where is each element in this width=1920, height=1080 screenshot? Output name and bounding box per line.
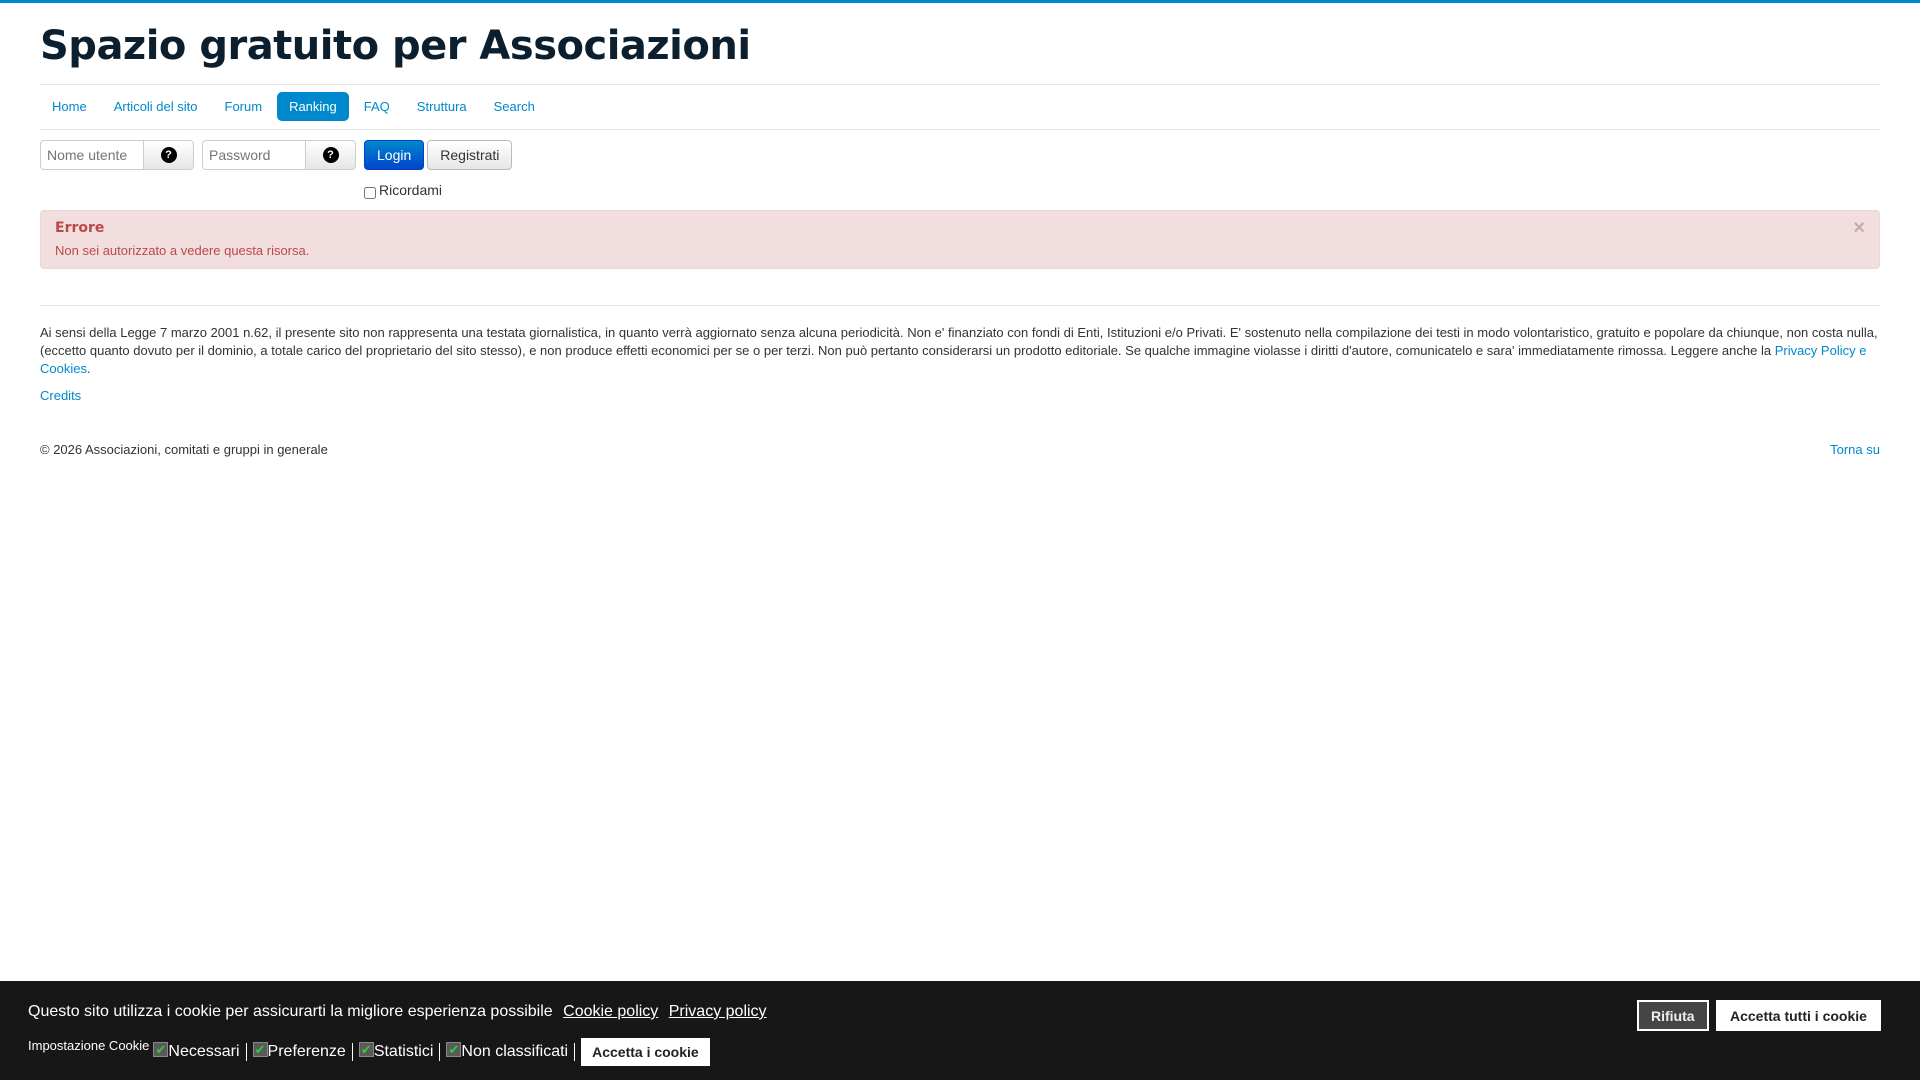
cookie-necessari[interactable]: ✔ Necessari	[153, 1041, 247, 1061]
username-help-button[interactable]: ?	[144, 140, 194, 170]
divider	[40, 305, 1880, 306]
checkbox-checked-icon[interactable]: ✔	[358, 1041, 374, 1057]
nav-faq[interactable]: FAQ	[352, 92, 402, 121]
cookie-preferenze[interactable]: ✔ Preferenze	[252, 1041, 353, 1061]
checkbox-checked-icon[interactable]: ✔	[446, 1041, 462, 1057]
cookie-policy-link[interactable]: Cookie policy	[563, 1003, 658, 1020]
credits-link[interactable]: Credits	[40, 388, 81, 403]
privacy-policy-link[interactable]: Privacy policy	[669, 1003, 767, 1020]
password-help-button[interactable]: ?	[306, 140, 356, 170]
accept-all-cookies-button[interactable]: Accetta tutti i cookie	[1716, 1000, 1881, 1031]
checkbox-checked-icon[interactable]: ✔	[153, 1041, 169, 1057]
password-input[interactable]	[202, 140, 306, 170]
divider	[40, 129, 1880, 130]
nav-articoli[interactable]: Articoli del sito	[102, 92, 210, 121]
alert-message: Non sei autorizzato a vedere questa riso…	[55, 243, 310, 258]
login-form: ? ? Login Registrati	[40, 140, 513, 170]
divider	[40, 84, 1880, 85]
category-label: Non classificati	[461, 1043, 569, 1060]
cookie-statistici[interactable]: ✔ Statistici	[358, 1041, 441, 1061]
accept-selected-cookies-button[interactable]: Accetta i cookie	[581, 1038, 710, 1066]
remember-label: Ricordami	[379, 182, 443, 198]
close-icon[interactable]: ×	[1853, 217, 1865, 240]
reject-cookies-button[interactable]: Rifiuta	[1637, 1000, 1709, 1031]
disclaimer-text: Ai sensi della Legge 7 marzo 2001 n.62, …	[40, 325, 1878, 358]
checkbox-checked-icon[interactable]: ✔	[252, 1041, 268, 1057]
nav-search[interactable]: Search	[482, 92, 547, 121]
cookie-text: Questo sito utilizza i cookie per assicu…	[28, 1003, 553, 1020]
help-icon: ?	[160, 147, 177, 163]
nav-home[interactable]: Home	[40, 92, 99, 121]
nav-forum[interactable]: Forum	[213, 92, 275, 121]
footer-disclaimer: Ai sensi della Legge 7 marzo 2001 n.62, …	[40, 325, 1878, 376]
site-title: Spazio gratuito per Associazioni	[40, 23, 751, 69]
nav-ranking[interactable]: Ranking	[277, 92, 349, 121]
remember-checkbox[interactable]	[364, 187, 376, 199]
username-input[interactable]	[40, 140, 144, 170]
cookie-settings-label: Impostazione Cookie	[28, 1038, 150, 1053]
copyright: © 2026 Associazioni, comitati e gruppi i…	[40, 442, 328, 457]
category-label: Necessari	[168, 1043, 240, 1060]
remember-me[interactable]: Ricordami	[364, 181, 442, 199]
help-icon: ?	[322, 147, 339, 163]
nav-struttura[interactable]: Struttura	[405, 92, 479, 121]
error-alert: Errore Non sei autorizzato a vedere ques…	[40, 210, 1880, 269]
category-label: Preferenze	[267, 1043, 346, 1060]
cookie-bar: Questo sito utilizza i cookie per assicu…	[0, 981, 1920, 1080]
login-button[interactable]: Login	[364, 140, 425, 170]
category-label: Statistici	[373, 1043, 434, 1060]
alert-heading: Errore	[55, 220, 105, 236]
register-button[interactable]: Registrati	[427, 140, 513, 170]
cookie-non-classificati[interactable]: ✔ Non classificati	[446, 1041, 576, 1061]
main-nav: Home Articoli del sito Forum Ranking FAQ…	[40, 92, 547, 121]
back-to-top-link[interactable]: Torna su	[1830, 442, 1880, 457]
